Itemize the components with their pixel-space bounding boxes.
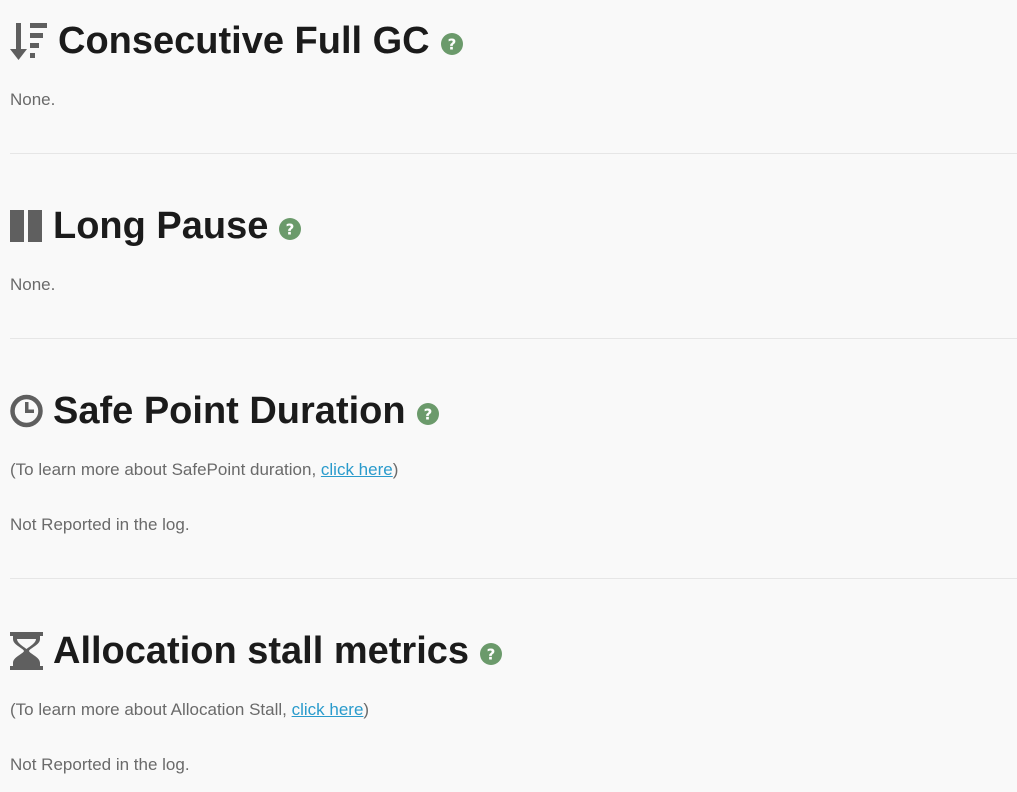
section-title: Consecutive Full GC [58, 20, 430, 62]
divider [10, 338, 1017, 339]
learn-more-suffix: ) [392, 460, 399, 479]
click-here-link[interactable]: click here [292, 700, 364, 719]
help-icon[interactable]: ? [279, 218, 302, 240]
help-icon[interactable]: ? [440, 33, 463, 55]
section-body: None. [10, 90, 56, 109]
section-body: Not Reported in the log. [10, 515, 190, 534]
learn-more-suffix: ) [363, 700, 370, 719]
section-header: Safe Point Duration ? [10, 389, 439, 433]
hourglass-icon [10, 632, 43, 670]
divider [10, 578, 1017, 579]
learn-more-note: (To learn more about Allocation Stall, c… [10, 700, 369, 720]
svg-text:?: ? [286, 221, 295, 239]
section-header: Consecutive Full GC ? [10, 19, 463, 63]
learn-more-prefix: (To learn more about SafePoint duration, [10, 460, 321, 479]
learn-more-prefix: (To learn more about Allocation Stall, [10, 700, 292, 719]
click-here-link[interactable]: click here [321, 460, 393, 479]
section-body: Not Reported in the log. [10, 755, 190, 774]
section-title: Allocation stall metrics [53, 630, 470, 672]
pause-icon [10, 209, 43, 243]
help-icon[interactable]: ? [416, 403, 439, 425]
section-title: Long Pause [53, 205, 269, 247]
learn-more-note: (To learn more about SafePoint duration,… [10, 460, 398, 480]
section-header: Allocation stall metrics ? [10, 629, 503, 673]
svg-text:?: ? [423, 406, 432, 424]
svg-text:?: ? [487, 646, 496, 664]
section-body: None. [10, 275, 56, 294]
section-title: Safe Point Duration [53, 390, 406, 432]
clock-icon [10, 394, 43, 428]
help-icon[interactable]: ? [480, 643, 503, 665]
sort-descending-icon [10, 21, 48, 61]
divider [10, 153, 1017, 154]
section-header: Long Pause ? [10, 204, 302, 248]
svg-text:?: ? [447, 36, 456, 54]
